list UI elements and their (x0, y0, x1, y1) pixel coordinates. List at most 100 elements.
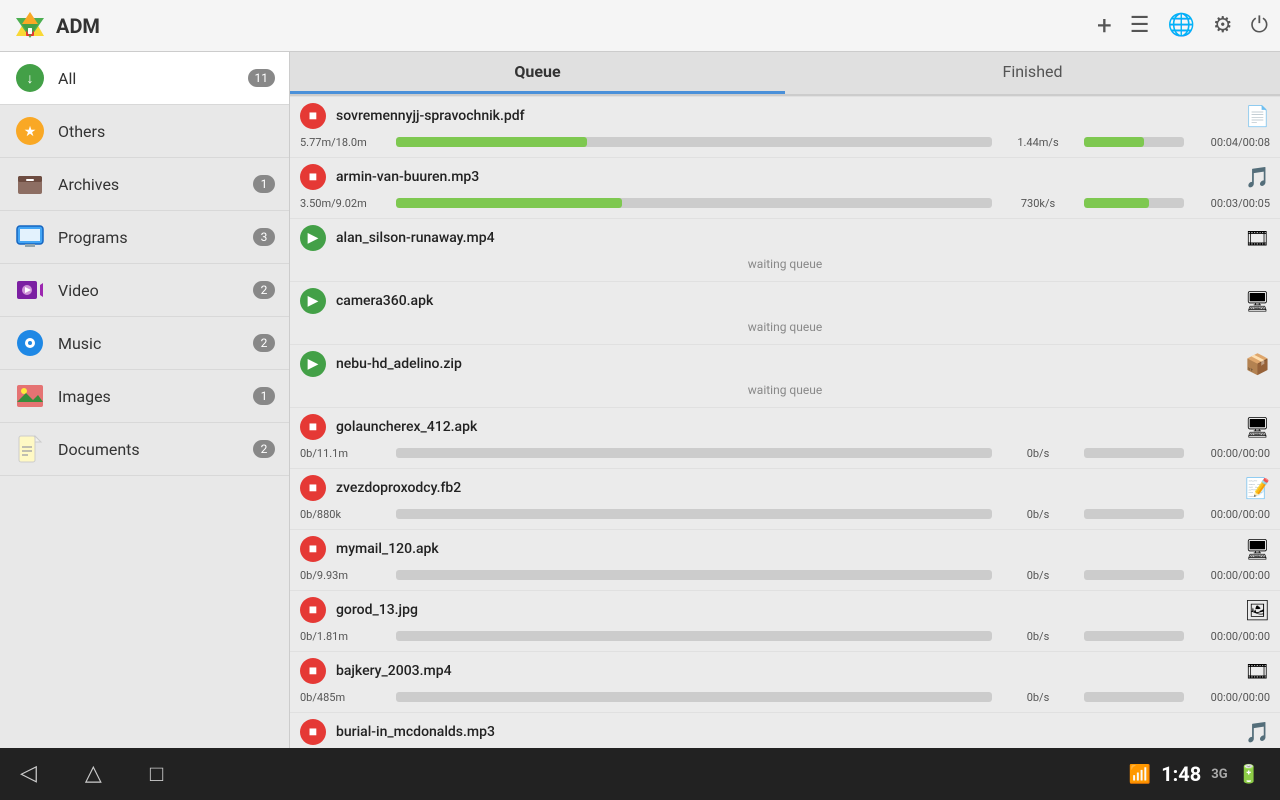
sidebar-badge-documents: 2 (253, 440, 275, 458)
dl-filename-4: nebu-hd_adelino.zip (336, 356, 1237, 372)
dl-progress-bar1-6 (396, 509, 992, 519)
dl-status-btn-9[interactable]: ■ (300, 658, 326, 684)
dl-size-8: 0b/1.81m (300, 630, 390, 643)
dl-file-icon-4: 📦 (1245, 352, 1270, 376)
dl-status-btn-7[interactable]: ■ (300, 536, 326, 562)
dl-status-btn-5[interactable]: ■ (300, 414, 326, 440)
download-item-4: ▶ nebu-hd_adelino.zip 📦 waiting queue (290, 345, 1280, 407)
clock: 1:48 (1161, 762, 1201, 786)
download-item-9: ■ bajkery_2003.mp4 🎞 0b/485m 0b/s 00:00/… (290, 652, 1280, 712)
dl-progress-bar2-5 (1084, 448, 1184, 458)
dl-filename-2: alan_silson-runaway.mp4 (336, 230, 1237, 246)
download-item-1: ■ armin-van-buuren.mp3 🎵 3.50m/9.02m 730… (290, 158, 1280, 218)
dl-status-btn-6[interactable]: ■ (300, 475, 326, 501)
dl-size-7: 0b/9.93m (300, 569, 390, 582)
dl-filename-6: zvezdoproxodcy.fb2 (336, 480, 1237, 496)
dl-progress-bar2-6 (1084, 509, 1184, 519)
add-icon[interactable]: + (1097, 11, 1112, 41)
dl-file-icon-3: 🖥 (1245, 289, 1270, 313)
sidebar-badge-music: 2 (253, 334, 275, 352)
dl-filename-3: camera360.apk (336, 293, 1237, 309)
dl-progress-row-5: 0b/11.1m 0b/s 00:00/00:00 (300, 444, 1270, 462)
dl-status-btn-3[interactable]: ▶ (300, 288, 326, 314)
sidebar-badge-all: 11 (248, 69, 276, 87)
sidebar-item-documents[interactable]: Documents 2 (0, 423, 289, 476)
sidebar-item-music[interactable]: Music 2 (0, 317, 289, 370)
images-icon (14, 380, 46, 412)
dl-size-5: 0b/11.1m (300, 447, 390, 460)
sidebar-item-archives[interactable]: Archives 1 (0, 158, 289, 211)
dl-status-btn-0[interactable]: ■ (300, 103, 326, 129)
bottom-bar: ◁ △ □ 📶 1:48 3G 🔋 (0, 748, 1280, 800)
svg-text:↓: ↓ (27, 71, 34, 87)
back-icon[interactable]: ◁ (20, 761, 37, 787)
battery-icon: 🔋 (1238, 764, 1260, 785)
download-item-6: ■ zvezdoproxodcy.fb2 📝 0b/880k 0b/s 00:0… (290, 469, 1280, 529)
dl-speed-6: 0b/s (998, 508, 1078, 521)
tab-finished[interactable]: Finished (785, 52, 1280, 94)
dl-filename-9: bajkery_2003.mp4 (336, 663, 1237, 679)
sidebar-item-others[interactable]: ★ Others (0, 105, 289, 158)
dl-progress-bar2-9 (1084, 692, 1184, 702)
dl-status-btn-2[interactable]: ▶ (300, 225, 326, 251)
dl-size-6: 0b/880k (300, 508, 390, 521)
dl-size-0: 5.77m/18.0m (300, 136, 390, 149)
dl-time-8: 00:00/00:00 (1190, 630, 1270, 643)
dl-file-icon-10: 🎵 (1245, 720, 1270, 744)
dl-file-icon-0: 📄 (1245, 104, 1270, 128)
dl-progress-bar2-0 (1084, 137, 1184, 147)
download-item-3: ▶ camera360.apk 🖥 waiting queue (290, 282, 1280, 344)
sidebar-label-video: Video (58, 281, 253, 300)
power-icon[interactable]: ⏻ (1251, 13, 1268, 38)
others-icon: ★ (14, 115, 46, 147)
dl-size-1: 3.50m/9.02m (300, 197, 390, 210)
dl-file-icon-7: 🖥 (1245, 537, 1270, 561)
dl-time-5: 00:00/00:00 (1190, 447, 1270, 460)
download-item-0: ■ sovremennyjj-spravochnik.pdf 📄 5.77m/1… (290, 97, 1280, 157)
download-list: ■ sovremennyjj-spravochnik.pdf 📄 5.77m/1… (290, 96, 1280, 748)
dl-progress-bar2-7 (1084, 570, 1184, 580)
archives-icon (14, 168, 46, 200)
sidebar-badge-archives: 1 (253, 175, 275, 193)
dl-time-1: 00:03/00:05 (1190, 197, 1270, 210)
globe-icon[interactable]: 🌐 (1167, 13, 1194, 38)
sidebar-label-images: Images (58, 387, 253, 406)
dl-progress-bar1-8 (396, 631, 992, 641)
sidebar-item-all[interactable]: ↓ All 11 (0, 52, 289, 105)
dl-status-btn-8[interactable]: ■ (300, 597, 326, 623)
dl-speed-5: 0b/s (998, 447, 1078, 460)
sidebar-label-documents: Documents (58, 440, 253, 459)
recents-icon[interactable]: □ (150, 761, 163, 787)
download-item-2: ▶ alan_silson-runaway.mp4 🎞 waiting queu… (290, 219, 1280, 281)
sidebar-item-programs[interactable]: Programs 3 (0, 211, 289, 264)
dl-file-icon-5: 🖥 (1245, 415, 1270, 439)
sidebar-item-video[interactable]: Video 2 (0, 264, 289, 317)
menu-icon[interactable]: ☰ (1130, 13, 1150, 38)
dl-status-btn-10[interactable]: ■ (300, 719, 326, 745)
sidebar-label-music: Music (58, 334, 253, 353)
sidebar-label-all: All (58, 69, 248, 88)
dl-progress-bar2-1 (1084, 198, 1184, 208)
dl-speed-0: 1.44m/s (998, 136, 1078, 149)
dl-progress-bar1-0 (396, 137, 992, 147)
dl-status-btn-4[interactable]: ▶ (300, 351, 326, 377)
svg-text:★: ★ (24, 124, 37, 140)
dl-time-9: 00:00/00:00 (1190, 691, 1270, 704)
tab-queue[interactable]: Queue (290, 52, 785, 94)
dl-filename-10: burial-in_mcdonalds.mp3 (336, 724, 1237, 740)
dl-file-icon-6: 📝 (1245, 476, 1270, 500)
download-item-7: ■ mymail_120.apk 🖥 0b/9.93m 0b/s 00:00/0… (290, 530, 1280, 590)
dl-status-btn-1[interactable]: ■ (300, 164, 326, 190)
download-item-8: ■ gorod_13.jpg 🖼 0b/1.81m 0b/s 00:00/00:… (290, 591, 1280, 651)
dl-progress-row-9: 0b/485m 0b/s 00:00/00:00 (300, 688, 1270, 706)
content-panel: Queue Finished ■ sovremennyjj-spravochni… (290, 52, 1280, 748)
sliders-icon[interactable]: ⚙ (1213, 13, 1233, 38)
dl-progress-row-0: 5.77m/18.0m 1.44m/s 00:04/00:08 (300, 133, 1270, 151)
all-icon: ↓ (14, 62, 46, 94)
home-icon[interactable]: △ (85, 761, 102, 787)
dl-filename-0: sovremennyjj-spravochnik.pdf (336, 108, 1237, 124)
sidebar-badge-programs: 3 (253, 228, 275, 246)
dl-progress-bar1-5 (396, 448, 992, 458)
dl-filename-7: mymail_120.apk (336, 541, 1237, 557)
sidebar-item-images[interactable]: Images 1 (0, 370, 289, 423)
